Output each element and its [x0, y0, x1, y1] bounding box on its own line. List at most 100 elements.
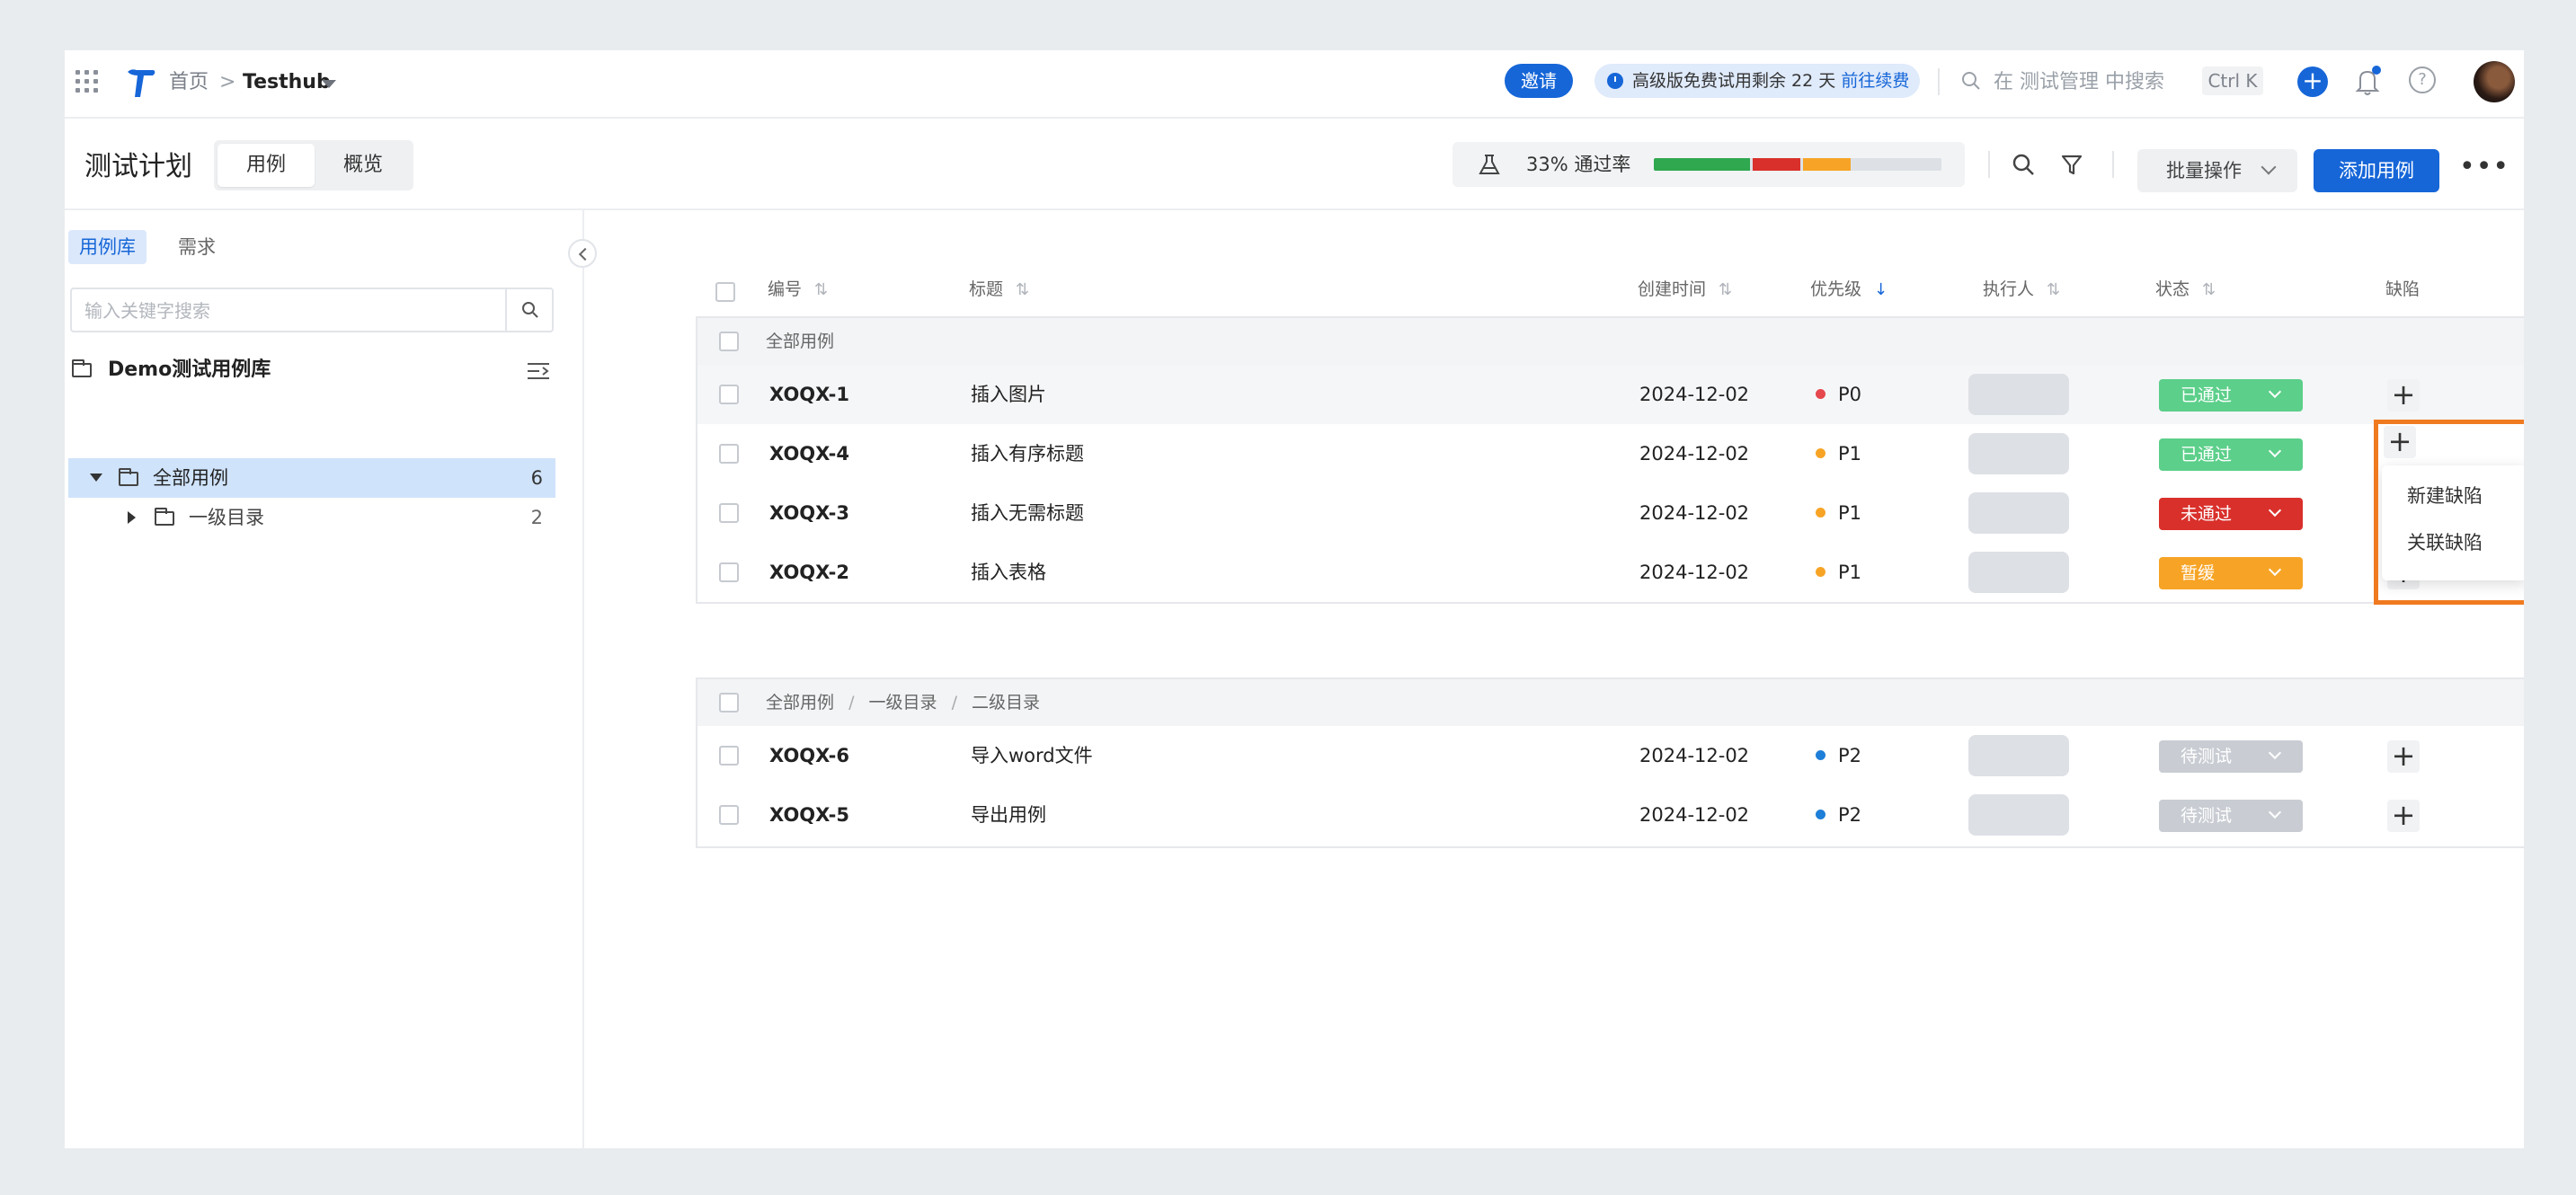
col-assignee[interactable]: 执行人 ⇅	[1983, 271, 2060, 307]
tree-item-level1[interactable]: 一级目录 2	[68, 498, 555, 537]
table-row[interactable]: XOQX-1 插入图片 2024-12-02 P0 已通过 +	[697, 365, 2524, 424]
case-title[interactable]: 插入表格	[971, 543, 1046, 602]
group-checkbox[interactable]	[719, 332, 739, 351]
case-id[interactable]: XOQX-1	[769, 365, 849, 424]
case-title[interactable]: 插入图片	[971, 365, 1046, 424]
collapse-sidebar-button[interactable]	[568, 239, 597, 268]
assignee-selector[interactable]	[1968, 552, 2069, 593]
col-id[interactable]: 编号 ⇅	[768, 271, 828, 307]
col-created[interactable]: 创建时间 ⇅	[1638, 271, 1732, 307]
col-defect: 缺陷	[2385, 279, 2421, 299]
group-header: 全部用例	[697, 318, 2524, 365]
sort-desc-icon: ↓	[1874, 280, 1888, 299]
project-dropdown-caret-icon[interactable]	[322, 80, 336, 88]
priority-dot	[1816, 447, 1825, 458]
notification-bell-icon[interactable]	[2353, 65, 2382, 97]
caret-down-icon[interactable]	[90, 474, 102, 482]
sidebar-search-input[interactable]	[83, 289, 482, 332]
table-row[interactable]: XOQX-4 插入有序标题 2024-12-02 P1 已通过	[697, 424, 2524, 483]
table-row[interactable]: XOQX-6 导入word文件 2024-12-02 P2 待测试 +	[697, 726, 2524, 785]
status-dropdown[interactable]: 待测试	[2159, 800, 2303, 832]
case-priority[interactable]: P2	[1816, 785, 1861, 845]
user-avatar[interactable]	[2474, 61, 2515, 102]
case-priority[interactable]: P0	[1816, 365, 1861, 424]
batch-operations-button[interactable]: 批量操作	[2137, 149, 2297, 192]
col-status[interactable]: 状态 ⇅	[2155, 271, 2216, 307]
filter-icon[interactable]	[2060, 153, 2092, 185]
search-icon[interactable]	[2012, 153, 2044, 185]
select-all-checkbox[interactable]	[715, 282, 735, 302]
folder-icon	[119, 468, 138, 486]
row-checkbox[interactable]	[719, 503, 739, 523]
help-icon[interactable]: ?	[2409, 66, 2436, 93]
add-defect-button[interactable]: +	[2387, 800, 2420, 832]
row-checkbox[interactable]	[719, 562, 739, 582]
assignee-selector[interactable]	[1968, 735, 2069, 776]
case-title[interactable]: 插入有序标题	[971, 424, 1084, 483]
case-priority[interactable]: P1	[1816, 543, 1861, 602]
status-dropdown[interactable]: 待测试	[2159, 740, 2303, 773]
case-id[interactable]: XOQX-2	[769, 543, 849, 602]
app-grid-icon[interactable]	[76, 70, 99, 93]
case-priority[interactable]: P1	[1816, 424, 1861, 483]
sort-icon: ⇅	[2202, 280, 2216, 299]
row-checkbox[interactable]	[719, 385, 739, 404]
group-checkbox[interactable]	[719, 693, 739, 713]
status-dropdown[interactable]: 已通过	[2159, 379, 2303, 412]
case-title[interactable]: 导出用例	[971, 785, 1046, 845]
global-search[interactable]: 在 测试管理 中搜索	[1961, 68, 2164, 97]
table-row[interactable]: XOQX-2 插入表格 2024-12-02 P1 暂缓 +	[697, 543, 2524, 602]
case-id[interactable]: XOQX-5	[769, 785, 849, 845]
search-icon	[1962, 72, 1980, 90]
table-row[interactable]: XOQX-3 插入无需标题 2024-12-02 P1 未通过	[697, 483, 2524, 543]
more-options-icon[interactable]: •••	[2459, 154, 2509, 181]
group-path[interactable]: 全部用例 / 一级目录 / 二级目录	[766, 679, 1040, 726]
case-id[interactable]: XOQX-4	[769, 424, 849, 483]
sidebar-search	[70, 288, 554, 332]
renew-link[interactable]: 前往续费	[1841, 71, 1909, 91]
breadcrumb-project[interactable]: Testhub	[243, 68, 331, 97]
case-id[interactable]: XOQX-6	[769, 726, 849, 785]
group-path[interactable]: 全部用例	[766, 318, 834, 365]
create-plus-icon[interactable]: +	[2297, 66, 2328, 97]
add-case-button[interactable]: 添加用例	[2314, 149, 2439, 192]
add-defect-button[interactable]: +	[2384, 426, 2416, 458]
trial-banner[interactable]: 高级版免费试用剩余 22 天 前往续费	[1594, 64, 1920, 98]
assignee-selector[interactable]	[1968, 492, 2069, 534]
add-defect-button[interactable]: +	[2387, 740, 2420, 773]
status-dropdown[interactable]: 暂缓	[2159, 557, 2303, 589]
case-title[interactable]: 导入word文件	[971, 726, 1093, 785]
assignee-selector[interactable]	[1968, 433, 2069, 474]
table-row[interactable]: XOQX-5 导出用例 2024-12-02 P2 待测试 +	[697, 785, 2524, 845]
case-priority[interactable]: P2	[1816, 726, 1861, 785]
tab-cases[interactable]: 用例	[218, 144, 315, 187]
row-checkbox[interactable]	[719, 746, 739, 766]
assignee-selector[interactable]	[1968, 374, 2069, 415]
library-title[interactable]: Demo测试用例库	[108, 356, 271, 385]
row-checkbox[interactable]	[719, 805, 739, 825]
nav-divider	[1938, 68, 1940, 95]
invite-button[interactable]: 邀请	[1505, 64, 1573, 98]
app-window: 首页 > Testhub 邀请 高级版免费试用剩余 22 天 前往续费 在 测试…	[65, 50, 2524, 1148]
tree-item-all-cases[interactable]: 全部用例 6	[68, 458, 555, 498]
sidebar-tab-case-library[interactable]: 用例库	[68, 230, 147, 264]
case-created: 2024-12-02	[1639, 804, 1750, 826]
testhub-logo-icon[interactable]	[126, 66, 156, 99]
tab-overview[interactable]: 概览	[316, 144, 410, 187]
row-checkbox[interactable]	[719, 444, 739, 464]
col-title[interactable]: 标题 ⇅	[969, 271, 1029, 307]
col-priority[interactable]: 优先级 ↓	[1810, 271, 1888, 307]
add-defect-button[interactable]: +	[2387, 379, 2420, 412]
tree-settings-icon[interactable]	[527, 361, 550, 381]
status-dropdown[interactable]: 已通过	[2159, 438, 2303, 471]
sidebar-tab-requirements[interactable]: 需求	[167, 230, 227, 264]
caret-right-icon[interactable]	[128, 511, 136, 524]
priority-dot	[1816, 388, 1825, 399]
breadcrumb-home[interactable]: 首页	[169, 68, 209, 97]
case-title[interactable]: 插入无需标题	[971, 483, 1084, 543]
case-id[interactable]: XOQX-3	[769, 483, 849, 543]
status-dropdown[interactable]: 未通过	[2159, 498, 2303, 530]
case-priority[interactable]: P1	[1816, 483, 1861, 543]
assignee-selector[interactable]	[1968, 794, 2069, 836]
search-icon[interactable]	[521, 301, 539, 319]
